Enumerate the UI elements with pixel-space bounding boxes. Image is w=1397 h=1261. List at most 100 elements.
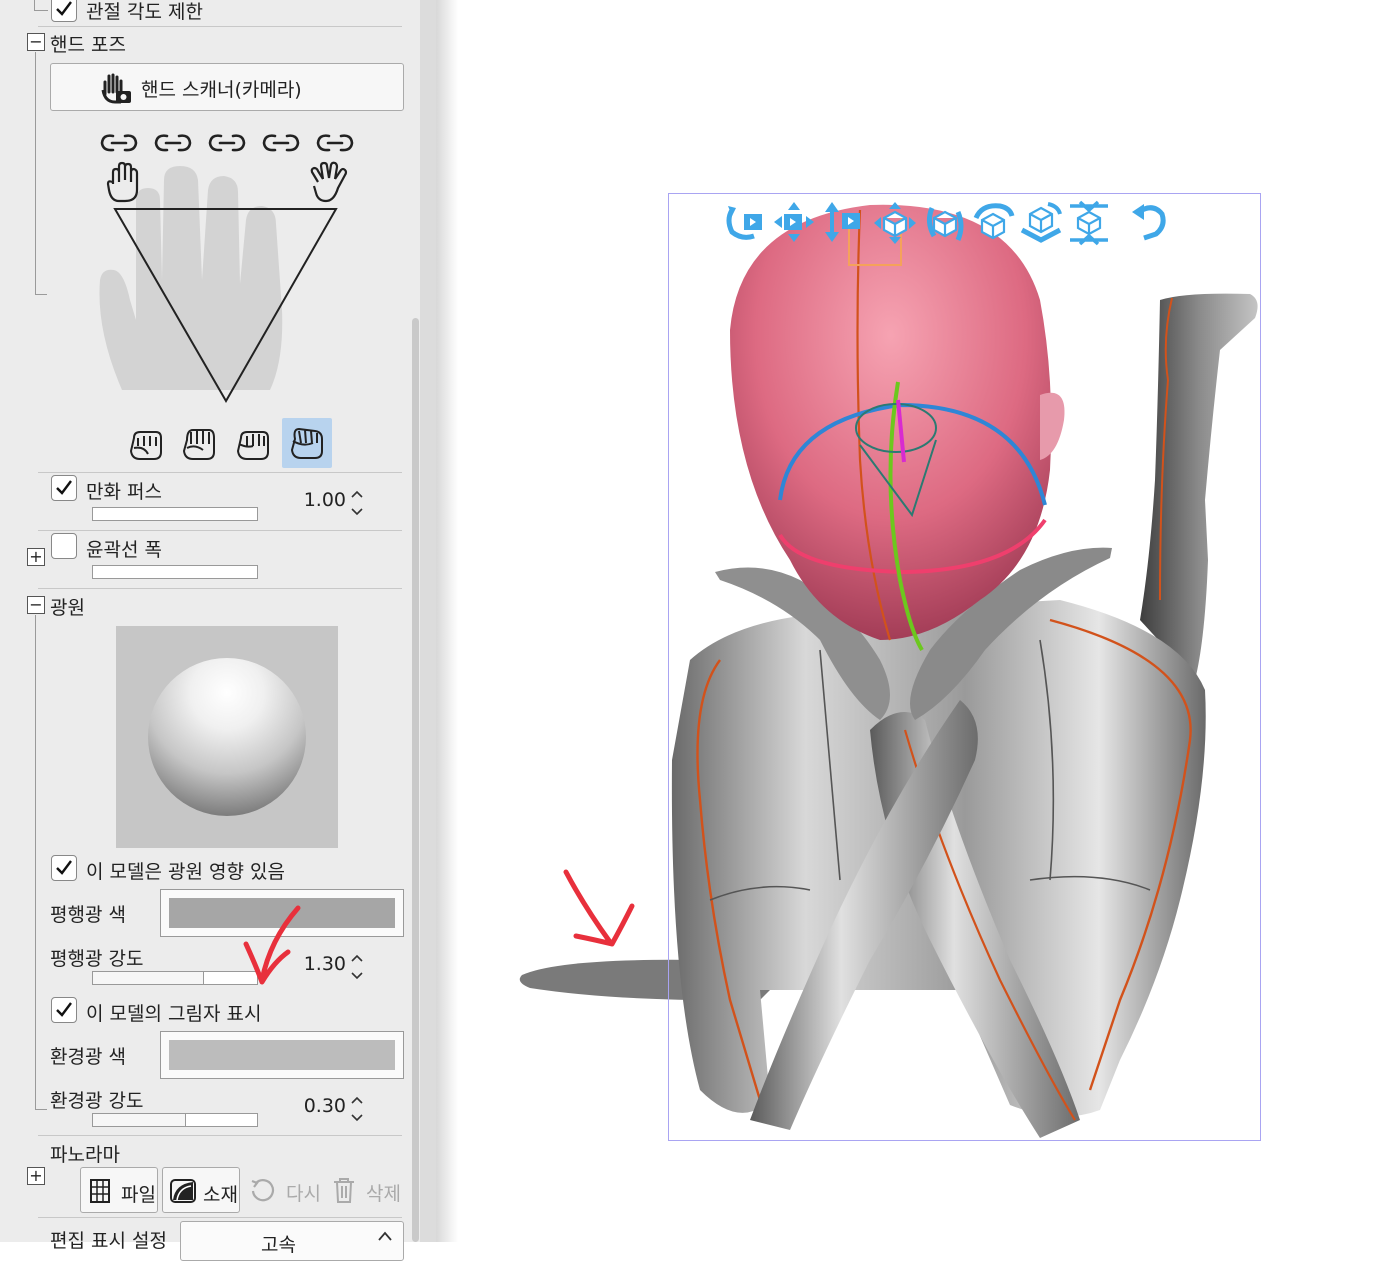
ambient-light-intensity-value[interactable]: 0.30 [290,1095,346,1117]
open-hand-icon[interactable] [105,160,141,204]
panorama-section-title: 파노라마 [50,1144,120,1166]
trash-icon [334,1178,354,1203]
tree-guide [35,1109,47,1110]
ambient-light-color-label: 환경광 색 [50,1046,126,1068]
divider [38,26,402,27]
move-object-icon[interactable] [872,200,918,246]
slider-fill [93,972,204,984]
model-selection-box [668,193,1261,1141]
tool-property-panel: 관절 각도 제한 − 핸드 포즈 핸드 스캐너(카메라) 만화 퍼스 1.00 … [0,0,420,1261]
joint-limit-checkbox[interactable] [51,0,77,22]
panorama-material-label: 소재 [203,1184,238,1206]
hand-scanner-button[interactable]: 핸드 스캐너(카메라) [50,63,404,111]
manga-perspective-value[interactable]: 1.00 [290,489,346,511]
parallel-light-intensity-label: 평행광 강도 [50,948,144,970]
pan-camera-icon[interactable] [772,200,816,244]
edit-display-dropdown[interactable]: 고속 [180,1221,404,1261]
divider [38,1135,402,1136]
annotation-arrow-canvas [563,869,635,947]
link-icon[interactable] [261,130,301,156]
rotate-object-plane-icon[interactable] [1018,200,1064,246]
light-direction-sphere[interactable] [116,626,338,848]
ambient-light-color-picker[interactable] [160,1031,404,1079]
tree-guide [34,0,35,10]
outline-width-slider[interactable] [92,565,258,579]
panorama-reset-button[interactable]: 다시 [244,1167,322,1213]
divider [38,1217,402,1218]
panorama-delete-label: 삭제 [366,1183,401,1205]
spread-hand-icon[interactable] [308,160,352,204]
link-icon[interactable] [99,130,139,156]
link-icon[interactable] [153,130,193,156]
annotation-arrow-panel [243,905,301,985]
slider-fill [93,1114,186,1126]
panorama-file-label: 파일 [121,1184,156,1206]
hand-pose-triangle[interactable] [110,205,342,405]
panorama-material-button[interactable]: 소재 [162,1167,240,1213]
check-icon [56,1002,72,1017]
ambient-light-intensity-label: 환경광 강도 [50,1090,144,1112]
check-icon [56,1,72,16]
ambient-light-intensity-slider[interactable] [92,1113,258,1127]
tree-guide [35,52,36,294]
light-source-section-title: 광원 [50,597,85,619]
edit-display-value: 고속 [261,1234,296,1256]
dolly-camera-icon[interactable] [820,200,864,244]
fist-preset-selected[interactable] [282,418,332,468]
check-icon [56,860,72,875]
parallel-light-intensity-slider[interactable] [92,971,258,985]
manga-perspective-label: 만화 퍼스 [86,481,162,503]
rotate-camera-icon[interactable] [722,200,766,244]
file-icon [90,1179,110,1203]
tree-guide [35,615,36,1109]
chevron-up-icon [378,1231,392,1241]
rotate-object-icon[interactable] [922,200,968,246]
hand-scanner-label: 핸드 스캐너(카메라) [141,79,302,101]
fist-preset-icon[interactable] [126,424,166,464]
manga-perspective-checkbox[interactable] [51,475,77,501]
hand-camera-icon [101,73,131,104]
collapse-hand-pose-toggle[interactable]: − [27,33,45,51]
outline-width-checkbox[interactable] [51,533,77,559]
expand-panorama-toggle[interactable]: + [27,1167,45,1185]
parallel-light-color-label: 평행광 색 [50,904,126,926]
rotate-object-y-icon[interactable] [970,200,1016,246]
light-affected-checkbox[interactable] [51,855,77,881]
divider [38,588,402,589]
reset-icon [251,1179,275,1202]
snap-object-icon[interactable] [1066,200,1112,246]
show-shadow-label: 이 모델의 그림자 표시 [86,1003,262,1025]
check-icon [56,480,72,495]
light-sphere [148,658,306,816]
tree-guide [34,10,48,11]
outline-width-label: 윤곽선 폭 [86,539,162,561]
reset-pose-icon[interactable] [1128,202,1168,242]
collapse-light-source-toggle[interactable]: − [27,596,45,614]
hand-pose-section-title: 핸드 포즈 [50,34,126,56]
panel-scrollbar-thumb[interactable] [412,318,419,1242]
spin-arrows-icon[interactable] [349,1094,365,1124]
light-affected-label: 이 모델은 광원 영향 있음 [86,861,285,883]
spin-arrows-icon[interactable] [349,952,365,982]
fist-preset-icon[interactable] [233,424,273,464]
panel-splitter[interactable] [420,0,436,1242]
link-icon[interactable] [315,130,355,156]
fist-preset-icon [290,427,323,459]
ambient-light-color-swatch [169,1040,395,1070]
fist-preset-icon[interactable] [179,424,219,464]
expand-outline-toggle[interactable]: + [27,548,45,566]
divider [38,530,402,531]
tree-guide [35,294,47,295]
panorama-delete-button[interactable]: 삭제 [326,1167,404,1213]
spin-arrows-icon[interactable] [349,488,365,518]
panorama-reset-label: 다시 [286,1183,321,1205]
show-shadow-checkbox[interactable] [51,997,77,1023]
material-icon [170,1179,196,1203]
divider [38,472,402,473]
manga-perspective-slider[interactable] [92,507,258,521]
joint-limit-label: 관절 각도 제한 [86,1,203,23]
link-icon[interactable] [207,130,247,156]
panorama-file-button[interactable]: 파일 [80,1167,158,1213]
edit-display-label: 편집 표시 설정 [50,1230,167,1252]
panel-shadow [436,0,458,1242]
